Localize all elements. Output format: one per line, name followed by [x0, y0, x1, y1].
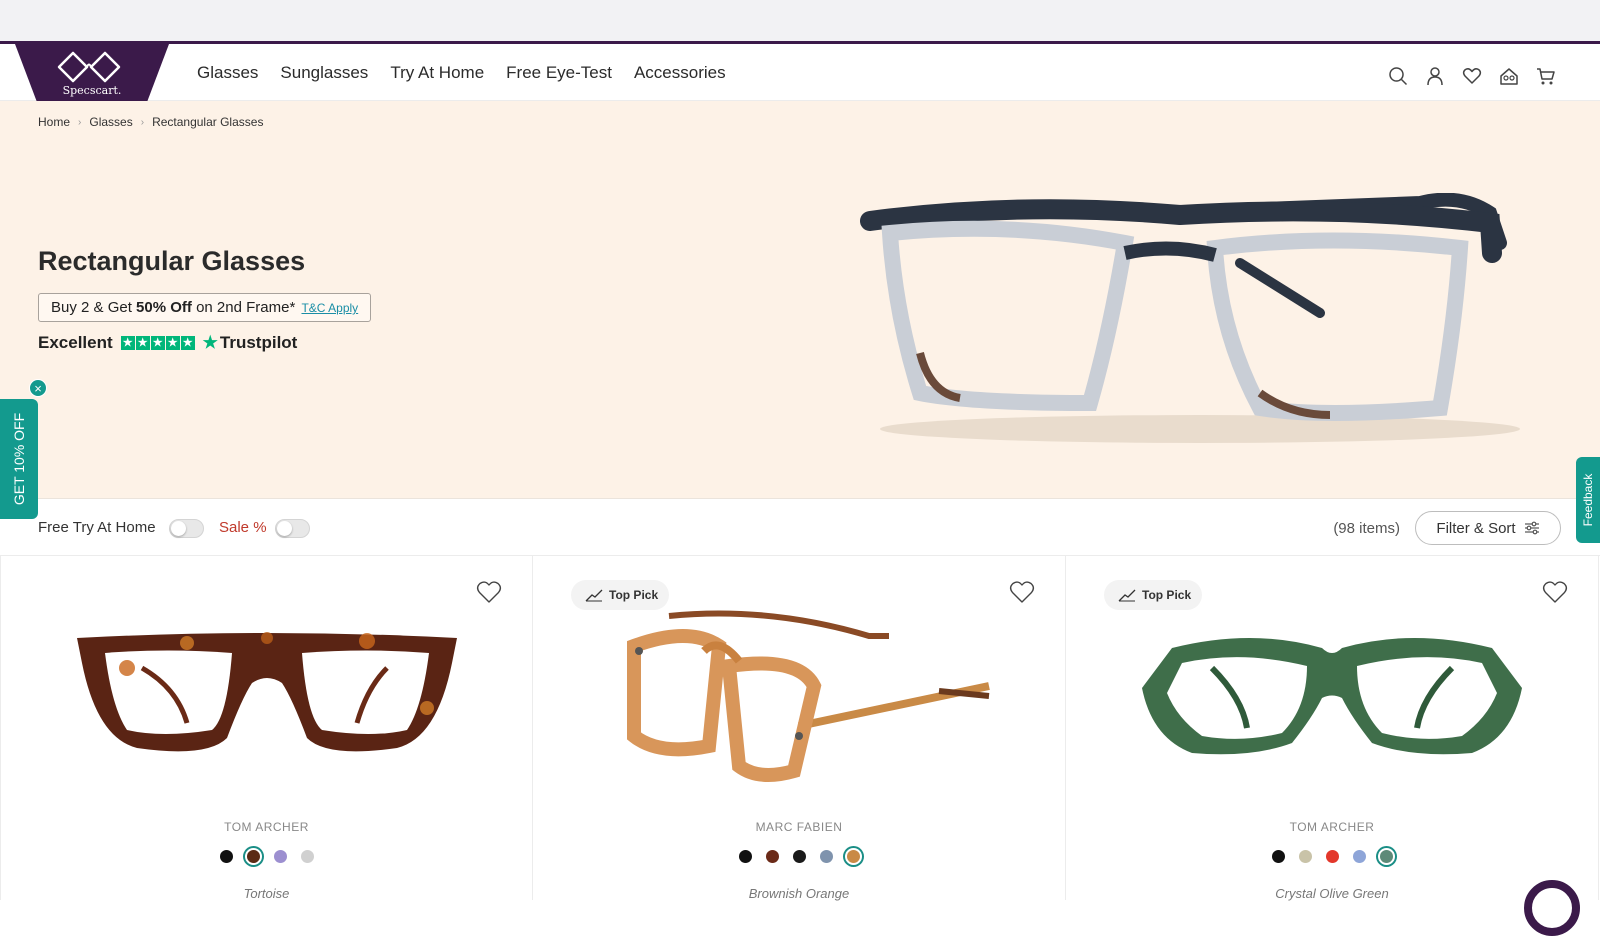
product-card[interactable]: Top Pick MARC FABIEN Brownish Orange [533, 556, 1066, 901]
page-title: Rectangular Glasses [38, 246, 306, 276]
logo-text: Specscart. [62, 84, 122, 97]
product-image[interactable] [67, 608, 467, 758]
chevron-right-icon: › [78, 116, 82, 128]
rating-label: Excellent [38, 333, 113, 352]
wishlist-heart-icon[interactable] [1542, 580, 1568, 604]
product-card[interactable]: Top Pick TOM ARCHER Crystal Olive Green [1066, 556, 1599, 901]
color-swatch[interactable] [1377, 848, 1395, 865]
offer-highlight: 50% Off [136, 299, 192, 316]
color-swatch[interactable] [1350, 848, 1368, 865]
star-icon: ★ [135, 336, 150, 350]
logo-mark-icon [57, 51, 121, 83]
rating-stars: ★ ★ ★ ★ ★ [120, 336, 195, 350]
color-swatch[interactable] [298, 848, 316, 865]
nav-glasses[interactable]: Glasses [197, 63, 258, 83]
product-brand: TOM ARCHER [1289, 820, 1375, 834]
hero-glasses-image [860, 193, 1520, 443]
trustpilot-star-icon: ★ [202, 333, 218, 352]
sale-toggle[interactable] [275, 519, 310, 538]
offer-suffix: on 2nd Frame* [191, 299, 296, 316]
try-home-label: Free Try At Home [38, 519, 156, 536]
color-swatch[interactable] [844, 848, 862, 865]
product-brand: TOM ARCHER [224, 820, 309, 834]
nav-accessories[interactable]: Accessories [634, 63, 726, 83]
filter-bar: Free Try At Home Sale % (98 items) Filte… [0, 500, 1600, 556]
site-header: Specscart. Glasses Sunglasses Try At Hom… [0, 44, 1600, 101]
badge-label: Top Pick [1142, 588, 1192, 602]
product-grid: TOM ARCHER Tortoise Top Pick MARC FABIEN [0, 556, 1600, 901]
trustpilot-logo: ★ Trustpilot [203, 333, 298, 353]
breadcrumb: Home › Glasses › Rectangular Glasses [38, 115, 263, 129]
header-icons [1388, 66, 1556, 86]
color-swatches [533, 848, 1065, 865]
try-home-toggle[interactable] [169, 519, 204, 538]
top-pick-badge: Top Pick [1104, 580, 1203, 610]
trending-up-icon [585, 589, 603, 602]
filter-sort-label: Filter & Sort [1436, 519, 1516, 537]
color-swatch[interactable] [1323, 848, 1341, 865]
feedback-tab[interactable]: Feedback [1576, 457, 1600, 543]
cart-icon[interactable] [1536, 66, 1556, 86]
chevron-right-icon: › [140, 116, 145, 128]
color-name: Tortoise [243, 886, 290, 901]
wishlist-heart-icon[interactable] [476, 580, 502, 604]
category-hero: Home › Glasses › Rectangular Glasses Rec… [0, 101, 1600, 499]
feedback-label: Feedback [1581, 473, 1595, 527]
browser-top-strip [0, 0, 1600, 42]
color-name: Brownish Orange [748, 886, 850, 901]
nav-try-at-home[interactable]: Try At Home [390, 63, 484, 83]
breadcrumb-home[interactable]: Home [38, 115, 70, 129]
trustpilot-rating[interactable]: Excellent ★ ★ ★ ★ ★ ★ Trustpilot [38, 333, 297, 353]
product-brand: MARC FABIEN [755, 820, 843, 834]
badge-label: Top Pick [609, 588, 659, 602]
color-swatch[interactable] [217, 848, 235, 865]
trustpilot-text: Trustpilot [219, 333, 298, 352]
specscart-logo[interactable]: Specscart. [15, 44, 169, 101]
close-promo-icon[interactable]: × [29, 379, 47, 397]
try-at-home-icon[interactable] [1499, 66, 1519, 86]
product-image[interactable] [1132, 608, 1532, 758]
star-icon: ★ [180, 336, 195, 350]
filter-sort-button[interactable]: Filter & Sort [1415, 511, 1561, 545]
color-swatch[interactable] [1296, 848, 1314, 865]
wishlist-icon[interactable] [1462, 66, 1482, 86]
color-name: Crystal Olive Green [1275, 886, 1389, 901]
chat-launcher-button[interactable] [1524, 880, 1580, 936]
color-swatch[interactable] [736, 848, 754, 865]
wishlist-heart-icon[interactable] [1009, 580, 1035, 604]
product-image[interactable] [599, 606, 999, 786]
account-icon[interactable] [1425, 66, 1445, 86]
discount-promo-tab[interactable]: GET 10% OFF [0, 399, 38, 519]
color-swatch[interactable] [1269, 848, 1287, 865]
nav-sunglasses[interactable]: Sunglasses [280, 63, 368, 83]
promo-tab-label: GET 10% OFF [11, 412, 27, 506]
trending-up-icon [1118, 589, 1136, 602]
color-swatch[interactable] [763, 848, 781, 865]
breadcrumb-current: Rectangular Glasses [152, 115, 264, 129]
color-swatch[interactable] [271, 848, 289, 865]
color-swatches [1066, 848, 1598, 865]
color-swatch[interactable] [817, 848, 835, 865]
item-count: (98 items) [1333, 520, 1400, 537]
sale-label: Sale % [219, 519, 267, 536]
main-nav: Glasses Sunglasses Try At Home Free Eye-… [197, 63, 726, 83]
color-swatch[interactable] [790, 848, 808, 865]
nav-free-eye-test[interactable]: Free Eye-Test [506, 63, 612, 83]
offer-prefix: Buy 2 & Get [51, 299, 137, 316]
terms-link[interactable]: T&C Apply [301, 301, 358, 315]
color-swatch[interactable] [244, 848, 262, 865]
search-icon[interactable] [1388, 66, 1408, 86]
product-card[interactable]: TOM ARCHER Tortoise [0, 556, 533, 901]
offer-banner: Buy 2 & Get 50% Off on 2nd Frame* T&C Ap… [38, 293, 372, 322]
breadcrumb-glasses[interactable]: Glasses [89, 115, 132, 129]
star-icon: ★ [120, 336, 135, 350]
star-icon: ★ [165, 336, 180, 350]
color-swatches [1, 848, 532, 865]
star-icon: ★ [150, 336, 165, 350]
sliders-icon [1524, 521, 1539, 535]
